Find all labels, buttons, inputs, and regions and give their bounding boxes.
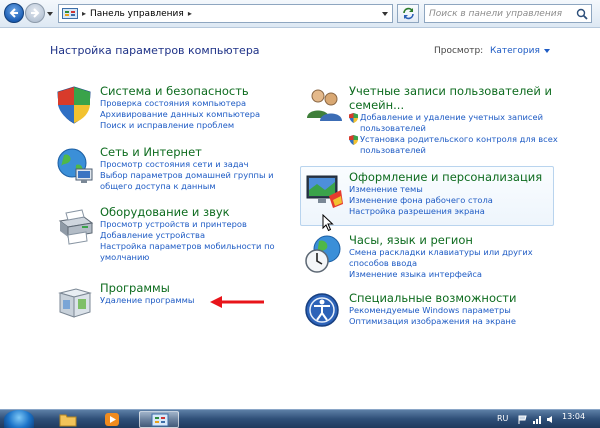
category-hardware-sound-body: Оборудование и звук Просмотр устройств и…: [100, 205, 275, 263]
taskbar-control-panel[interactable]: [139, 411, 179, 428]
category-system-security-body: Система и безопасность Проверка состояни…: [100, 84, 260, 131]
address-toolbar: ▸ Панель управления ▸: [0, 0, 600, 28]
category-clock-language-body: Часы, язык и регион Смена раскладки клав…: [349, 233, 533, 280]
category-link[interactable]: Проверка состояния компьютера: [100, 98, 260, 109]
annotation-arrow-icon: [210, 296, 264, 308]
category-link[interactable]: Смена раскладки клавиатуры или других: [349, 247, 533, 258]
category-link[interactable]: пользователей: [349, 145, 558, 156]
category-title[interactable]: Учетные записи пользователей и: [349, 84, 558, 98]
breadcrumb-separator[interactable]: ▸: [188, 9, 192, 18]
back-button[interactable]: [4, 3, 24, 23]
users-icon[interactable]: [303, 84, 345, 126]
taskbar-media-player[interactable]: [92, 411, 132, 428]
address-dropdown-icon[interactable]: [381, 10, 389, 18]
category-link[interactable]: Настройка параметров мобильности по: [100, 241, 275, 252]
refresh-button[interactable]: [397, 4, 419, 23]
search-icon[interactable]: [576, 8, 588, 20]
forward-button[interactable]: [25, 3, 45, 23]
network-globe-icon[interactable]: [54, 145, 96, 187]
category-link[interactable]: Добавление и удаление учетных записей: [349, 112, 558, 123]
category-title[interactable]: Программы: [100, 281, 194, 295]
category-title[interactable]: Система и безопасность: [100, 84, 260, 98]
category-link[interactable]: Установка родительского контроля для все…: [349, 134, 558, 145]
tray-volume-icon[interactable]: [546, 415, 555, 424]
tray-flag-icon[interactable]: [518, 415, 527, 424]
monitor-palette-icon[interactable]: [303, 170, 345, 212]
category-link-text: Добавление и удаление учетных записей: [360, 112, 543, 122]
search-box[interactable]: [424, 4, 592, 23]
category-link[interactable]: Изменение языка интерфейса: [349, 269, 533, 280]
control-panel-icon: [62, 7, 78, 19]
breadcrumb-control-panel[interactable]: Панель управления: [90, 9, 184, 19]
category-link[interactable]: Изменение фона рабочего стола: [349, 195, 542, 206]
category-link[interactable]: Рекомендуемые Windows параметры: [349, 305, 516, 316]
uac-shield-icon: [349, 135, 358, 145]
category-title[interactable]: Часы, язык и регион: [349, 233, 533, 247]
recent-pages-chevron-icon[interactable]: [46, 10, 54, 18]
category-user-accounts-body: Учетные записи пользователей и семейн...…: [349, 84, 558, 156]
clock-globe-icon[interactable]: [303, 233, 345, 275]
category-link[interactable]: способов ввода: [349, 258, 533, 269]
mouse-cursor-icon: [322, 214, 334, 232]
category-link[interactable]: Просмотр устройств и принтеров: [100, 219, 275, 230]
arrow-right-icon: [31, 8, 40, 18]
category-link[interactable]: пользователей: [349, 123, 558, 134]
view-by-dropdown[interactable]: Категория: [490, 46, 550, 56]
breadcrumb-separator[interactable]: ▸: [82, 9, 86, 18]
shield-icon[interactable]: [54, 84, 96, 126]
page-title: Настройка параметров компьютера: [50, 44, 260, 57]
printer-icon[interactable]: [54, 205, 96, 247]
accessibility-icon[interactable]: [303, 291, 345, 333]
category-title[interactable]: Оборудование и звук: [100, 205, 275, 219]
taskbar: RU 13:04: [0, 409, 600, 428]
language-indicator[interactable]: RU: [497, 414, 508, 423]
chevron-down-icon: [543, 48, 550, 53]
clock[interactable]: 13:04: [562, 412, 585, 421]
category-title[interactable]: Сеть и Интернет: [100, 145, 274, 159]
category-link[interactable]: Добавление устройства: [100, 230, 275, 241]
category-link[interactable]: умолчанию: [100, 252, 275, 263]
media-player-icon: [105, 413, 119, 426]
category-appearance-body: Оформление и персонализация Изменение те…: [349, 170, 542, 217]
refresh-icon: [402, 7, 414, 20]
category-link[interactable]: Удаление программы: [100, 295, 194, 306]
category-link[interactable]: Просмотр состояния сети и задач: [100, 159, 274, 170]
arrow-left-icon: [9, 8, 18, 18]
search-input[interactable]: [429, 8, 574, 19]
category-link[interactable]: Настройка разрешения экрана: [349, 206, 542, 217]
folder-icon: [59, 414, 77, 427]
category-link[interactable]: Архивирование данных компьютера: [100, 109, 260, 120]
programs-box-icon[interactable]: [54, 281, 96, 323]
category-title[interactable]: Специальные возможности: [349, 291, 516, 305]
tray-network-icon[interactable]: [532, 415, 541, 424]
category-link-text: Установка родительского контроля для все…: [360, 134, 558, 144]
category-programs-body: Программы Удаление программы: [100, 281, 194, 306]
category-link[interactable]: Изменение темы: [349, 184, 542, 195]
view-by-label: Просмотр:: [434, 46, 484, 56]
view-by-value: Категория: [490, 46, 540, 56]
address-field[interactable]: ▸ Панель управления ▸: [58, 4, 393, 23]
uac-shield-icon: [349, 113, 358, 123]
control-panel-icon: [151, 413, 169, 427]
category-link[interactable]: Поиск и исправление проблем: [100, 120, 260, 131]
category-title-continued[interactable]: семейн...: [349, 98, 558, 112]
category-accessibility-body: Специальные возможности Рекомендуемые Wi…: [349, 291, 516, 327]
category-network-internet-body: Сеть и Интернет Просмотр состояния сети …: [100, 145, 274, 192]
taskbar-explorer[interactable]: [48, 411, 88, 428]
category-link[interactable]: общего доступа к данным: [100, 181, 274, 192]
category-link[interactable]: Оптимизация изображения на экране: [349, 316, 516, 327]
category-title[interactable]: Оформление и персонализация: [349, 170, 542, 184]
start-button[interactable]: [4, 410, 34, 428]
category-link[interactable]: Выбор параметров домашней группы и: [100, 170, 274, 181]
